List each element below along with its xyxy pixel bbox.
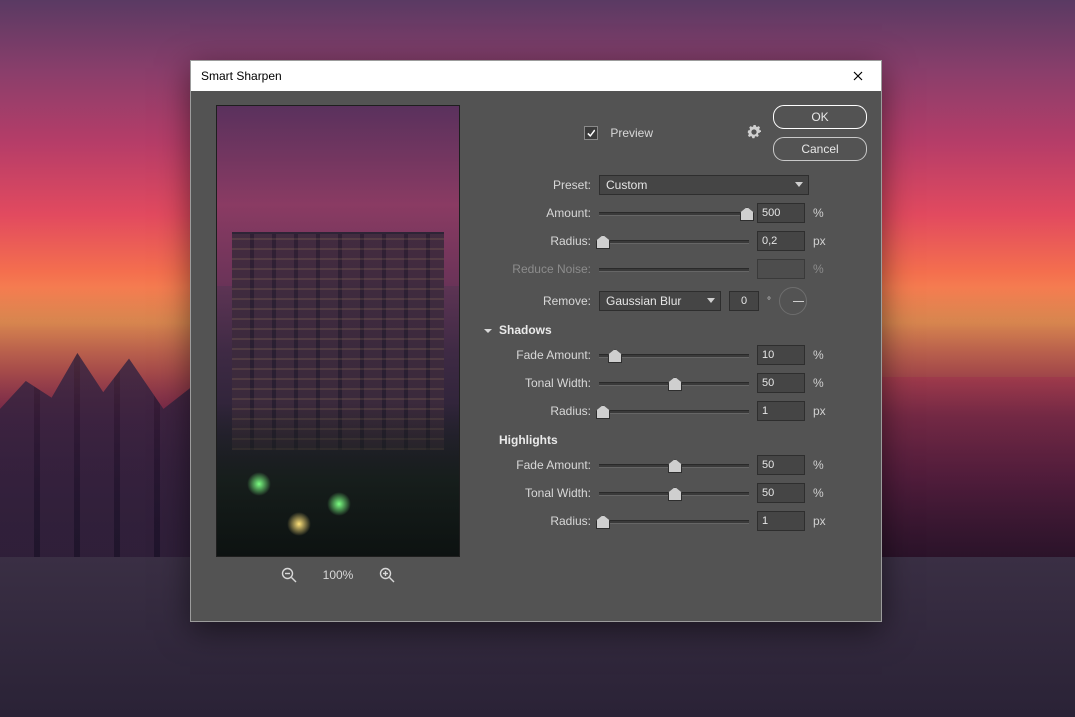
amount-slider[interactable] [599,205,749,221]
remove-label: Remove: [483,294,591,308]
shadows-fade-label: Fade Amount: [483,348,591,362]
shadows-tonal-label: Tonal Width: [483,376,591,390]
chevron-down-icon [707,298,715,303]
highlights-tonal-label: Tonal Width: [483,486,591,500]
highlights-tonal-slider[interactable] [599,485,749,501]
shadows-radius-slider[interactable] [599,403,749,419]
highlights-fade-field[interactable]: 50 [757,455,805,475]
radius-slider[interactable] [599,233,749,249]
shadows-tonal-field[interactable]: 50 [757,373,805,393]
shadows-fade-field[interactable]: 10 [757,345,805,365]
preset-label: Preset: [483,178,591,192]
chevron-down-icon [795,182,803,187]
preview-image[interactable] [216,105,460,557]
controls-panel: Preview OK Cancel Preset: Custom Amo [479,91,881,621]
radius-label: Radius: [483,234,591,248]
shadows-fade-slider[interactable] [599,347,749,363]
disclosure-down-icon [483,325,493,335]
shadows-radius-field[interactable]: 1 [757,401,805,421]
close-button[interactable] [835,61,881,91]
remove-dropdown[interactable]: Gaussian Blur [599,291,721,311]
angle-wheel[interactable] [779,287,807,315]
zoom-level[interactable]: 100% [323,568,354,582]
zoom-in-icon[interactable] [379,567,395,583]
degree-symbol: ° [767,296,771,307]
zoom-out-icon[interactable] [281,567,297,583]
shadows-radius-label: Radius: [483,404,591,418]
highlights-section-toggle[interactable]: Highlights [483,433,867,447]
highlights-heading: Highlights [499,433,558,447]
shadows-section-toggle[interactable]: Shadows [483,323,867,337]
highlights-radius-field[interactable]: 1 [757,511,805,531]
radius-field[interactable]: 0,2 [757,231,805,251]
amount-field[interactable]: 500 [757,203,805,223]
highlights-radius-slider[interactable] [599,513,749,529]
highlights-fade-label: Fade Amount: [483,458,591,472]
titlebar[interactable]: Smart Sharpen [191,61,881,92]
reduce-noise-slider [599,261,749,277]
amount-label: Amount: [483,206,591,220]
cancel-button[interactable]: Cancel [773,137,867,161]
dialog-title: Smart Sharpen [201,69,835,83]
zoom-controls: 100% [281,567,396,583]
remove-angle-field[interactable]: 0 [729,291,759,311]
highlights-fade-slider[interactable] [599,457,749,473]
preview-column: 100% [191,91,479,621]
shadows-heading: Shadows [499,323,552,337]
gear-icon[interactable] [747,125,761,142]
preview-checkbox[interactable] [584,126,598,140]
shadows-tonal-slider[interactable] [599,375,749,391]
ok-button[interactable]: OK [773,105,867,129]
highlights-radius-label: Radius: [483,514,591,528]
preset-dropdown[interactable]: Custom [599,175,809,195]
reduce-noise-label: Reduce Noise: [483,262,591,276]
highlights-tonal-field[interactable]: 50 [757,483,805,503]
preview-label: Preview [610,126,653,140]
smart-sharpen-dialog: Smart Sharpen 100% [190,60,882,622]
reduce-noise-field [757,259,805,279]
